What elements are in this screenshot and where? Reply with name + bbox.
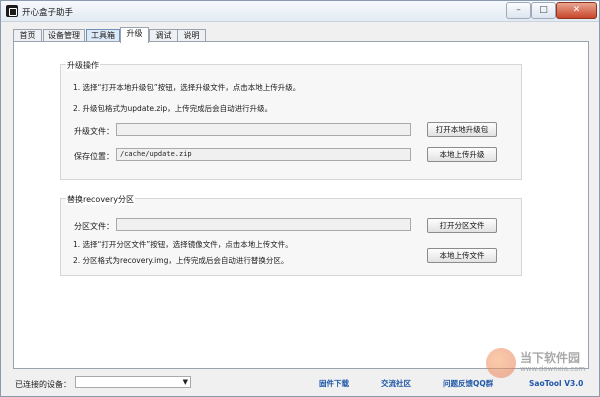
local-upload-file-button[interactable]: 本地上传文件 <box>427 248 497 263</box>
device-select[interactable]: ▼ <box>75 376 191 388</box>
local-upload-upgrade-button[interactable]: 本地上传升级 <box>427 147 497 162</box>
upgrade-file-field[interactable] <box>116 123 411 136</box>
partition-file-field[interactable] <box>116 218 411 231</box>
community-link[interactable]: 交流社区 <box>381 378 411 389</box>
recovery-group: 替换recovery分区 分区文件： 打开分区文件 1. 选择“打开分区文件”按… <box>60 194 522 276</box>
upgrade-panel: 升级操作 1. 选择“打开本地升级包”按钮，选择升级文件，点击本地上传升级。 2… <box>13 41 589 369</box>
upgrade-hint-2: 2. 升级包格式为update.zip，上传完成后会自动进行升级。 <box>73 104 273 113</box>
window-title: 开心盒子助手 <box>22 8 74 18</box>
watermark-text: 当下软件园 <box>520 351 581 365</box>
partition-file-label: 分区文件： <box>74 222 114 231</box>
recovery-hint-2: 2. 分区格式为recovery.img，上传完成后会自动进行替换分区。 <box>73 256 289 265</box>
open-local-upgrade-button[interactable]: 打开本地升级包 <box>427 122 497 137</box>
upgrade-group: 升级操作 1. 选择“打开本地升级包”按钮，选择升级文件，点击本地上传升级。 2… <box>60 60 522 180</box>
app-window: 开心盒子助手 – □ ✕ 首页 设备管理 工具箱 升级 调试 说明 升级操作 1… <box>0 0 600 397</box>
recovery-group-title: 替换recovery分区 <box>66 194 136 205</box>
save-location-field[interactable]: /cache/update.zip <box>116 148 411 161</box>
minimize-button[interactable]: – <box>506 2 531 19</box>
upgrade-file-label: 升级文件： <box>74 127 114 136</box>
chevron-down-icon: ▼ <box>182 378 188 386</box>
watermark-url: www.downxia.com <box>520 365 586 373</box>
watermark: 当下软件园 www.downxia.com <box>486 346 596 390</box>
maximize-button[interactable]: □ <box>531 2 556 19</box>
title-bar: 开心盒子助手 – □ ✕ <box>1 1 599 22</box>
save-location-label: 保存位置： <box>74 152 114 161</box>
app-logo-icon <box>6 5 18 17</box>
watermark-logo-icon <box>486 348 516 378</box>
upgrade-hint-1: 1. 选择“打开本地升级包”按钮，选择升级文件，点击本地上传升级。 <box>73 83 301 92</box>
recovery-hint-1: 1. 选择“打开分区文件”按钮，选择镜像文件，点击本地上传文件。 <box>73 240 293 249</box>
connected-device-label: 已连接的设备： <box>15 380 71 389</box>
open-partition-file-button[interactable]: 打开分区文件 <box>427 218 497 233</box>
upgrade-group-title: 升级操作 <box>66 60 100 71</box>
tab-upgrade[interactable]: 升级 <box>120 27 149 43</box>
firmware-download-link[interactable]: 固件下载 <box>319 378 349 389</box>
close-button[interactable]: ✕ <box>556 2 597 19</box>
